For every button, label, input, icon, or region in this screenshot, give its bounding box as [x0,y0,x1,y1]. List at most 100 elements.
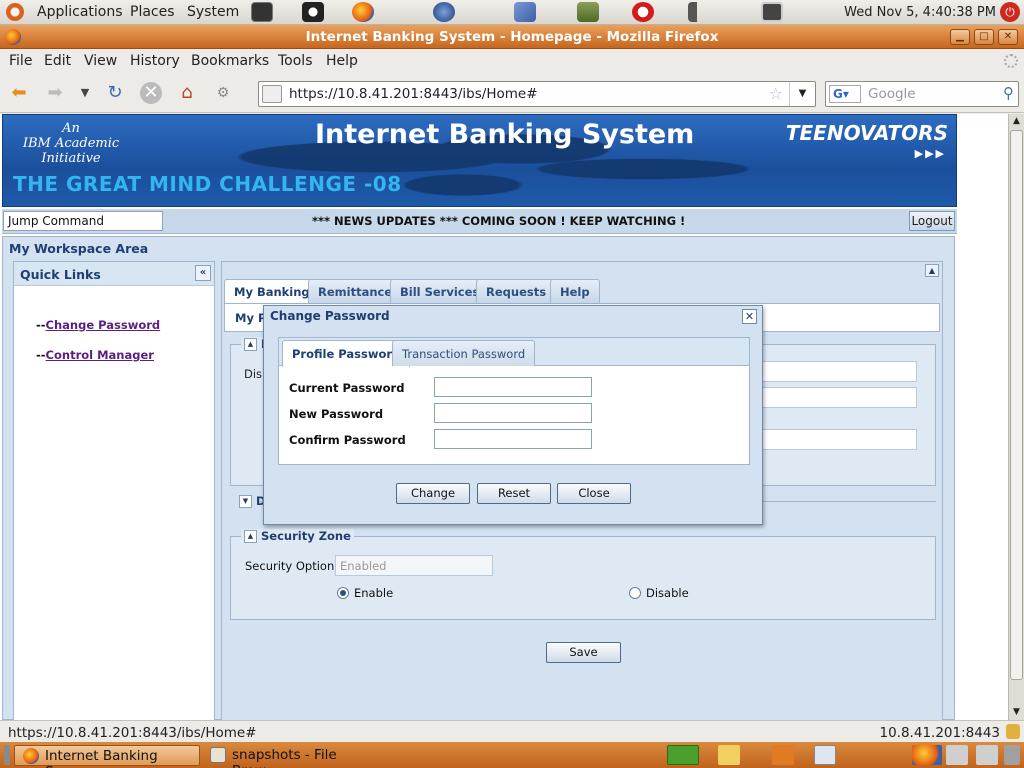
minimize-button[interactable]: ▁ [950,29,970,45]
monitor-icon[interactable] [761,2,783,22]
menu-edit[interactable]: Edit [44,53,71,69]
change-password-link[interactable]: Change Password [46,318,161,332]
alert-icon[interactable] [772,745,794,765]
change-button[interactable]: Change [396,483,470,504]
profile-field-1[interactable] [751,361,917,382]
globe-icon[interactable] [433,2,455,22]
current-password-field[interactable] [434,377,592,397]
reset-button[interactable]: Reset [477,483,551,504]
workspace-switcher[interactable] [667,745,699,765]
extension-icon[interactable]: ⚙ [212,82,234,104]
power-icon[interactable]: ⏻ [1000,2,1020,22]
notes-icon[interactable] [718,745,740,765]
network-tool-icon[interactable] [514,2,536,22]
status-host: 10.8.41.201:8443 [879,725,1001,741]
ubuntu-logo-icon[interactable] [6,3,24,21]
lock-icon[interactable] [1006,724,1020,739]
radio-disable-dot[interactable] [629,587,641,599]
scroll-up-icon[interactable]: ▲ [1009,114,1024,129]
radio-enable-dot[interactable] [337,587,349,599]
home-icon[interactable]: ⌂ [176,82,198,104]
menu-help[interactable]: Help [326,53,358,69]
tab-my-banking[interactable]: My Banking [224,279,320,304]
logout-button[interactable]: Logout [909,211,955,231]
taskbar-item-file-browser[interactable]: snapshots - File Brow... [202,745,392,768]
control-manager-link[interactable]: Control Manager [46,348,154,362]
back-icon[interactable]: ⬅ [8,82,30,104]
dialog-close-icon[interactable]: ✕ [742,309,757,324]
quick-links-title: Quick Links [20,267,101,282]
arrows-graphic: ▶▶▶ [914,147,946,160]
books-icon[interactable] [577,2,599,22]
quick-link-control-manager: --Control Manager [36,348,154,362]
dialog-title: Change Password [270,309,390,323]
tray-firefox-icon[interactable] [912,745,942,765]
system-menu[interactable]: System [187,4,239,20]
terminal-icon[interactable] [251,2,273,22]
profile-field-3[interactable] [751,429,917,450]
volume-icon[interactable] [688,2,710,22]
search-engine-icon[interactable]: G▾ [829,85,861,103]
search-icon[interactable]: ⚲ [1003,84,1014,102]
menu-history[interactable]: History [130,53,180,69]
clock[interactable]: Wed Nov 5, 4:40:38 PM [844,5,996,20]
collapse-up-icon[interactable]: ▲ [925,264,939,277]
url-dropdown-icon[interactable]: ▼ [789,82,815,106]
tab-requests[interactable]: Requests [476,279,557,303]
menu-bookmarks[interactable]: Bookmarks [191,53,269,69]
stop-icon[interactable]: ✕ [140,82,162,104]
bookmark-star-icon[interactable]: ☆ [769,84,783,103]
firefox-launcher-icon[interactable] [352,2,374,22]
menu-view[interactable]: View [84,53,117,69]
top-panel: Applications Places System Wed Nov 5, 4:… [0,0,1024,25]
menu-file[interactable]: File [9,53,32,69]
url-bar[interactable]: https://10.8.41.201:8443/ibs/Home# ☆ ▼ [258,81,816,107]
tab-bill-services[interactable]: Bill Services [390,279,490,303]
profile-field-2[interactable] [751,387,917,408]
places-menu[interactable]: Places [130,4,175,20]
scroll-thumb[interactable] [1010,130,1023,680]
jump-command-input[interactable]: Jump Command [3,211,163,231]
firefox-task-icon [23,748,39,764]
radio-disable[interactable]: Disable [629,586,689,600]
tab-help[interactable]: Help [550,279,600,303]
trash-icon[interactable] [1004,745,1020,765]
reload-icon[interactable]: ↻ [104,82,126,104]
tray-window-icon[interactable] [946,745,968,765]
radio-enable[interactable]: Enable [337,586,393,600]
window-close-button[interactable]: ✕ [998,29,1018,45]
search-input[interactable]: Google [868,86,916,102]
dialog-panel: Profile Password Transaction Password Cu… [278,337,750,465]
save-button[interactable]: Save [546,642,621,663]
new-password-field[interactable] [434,403,592,423]
news-ticker: *** NEWS UPDATES *** COMING SOON ! KEEP … [312,214,686,228]
window-title: Internet Banking System - Homepage - Moz… [305,29,719,45]
site-title: Internet Banking System [315,119,695,150]
collapse-section-icon[interactable]: ▲ [244,338,257,351]
applications-menu[interactable]: Applications [37,4,123,20]
menu-tools[interactable]: Tools [278,53,313,69]
teenovators-logo: TEENOVATORS [785,121,948,145]
scroll-down-icon[interactable]: ▼ [1009,705,1024,720]
close-button[interactable]: Close [557,483,631,504]
nav-toolbar: ⬅ ➡ ▼ ↻ ✕ ⌂ ⚙ https://10.8.41.201:8443/i… [0,73,1024,113]
search-bar[interactable]: G▾ Google ⚲ [825,81,1019,107]
confirm-password-field[interactable] [434,429,592,449]
tab-remittance[interactable]: Remittance [308,279,403,303]
tray-window-icon-2[interactable] [976,745,998,765]
penguin-icon[interactable] [302,2,324,22]
url-text[interactable]: https://10.8.41.201:8443/ibs/Home# [289,86,538,102]
page-scrollbar[interactable]: ▲ ▼ [1008,114,1024,720]
expand-section-icon[interactable]: ▼ [239,495,252,508]
news-bar: Jump Command *** NEWS UPDATES *** COMING… [2,209,957,234]
forward-icon[interactable]: ➡ [44,82,66,104]
opera-icon[interactable] [632,2,654,22]
taskbar-item-firefox[interactable]: Internet Banking Sys... [14,745,200,768]
history-dropdown-icon[interactable]: ▼ [74,82,96,104]
collapse-left-icon[interactable]: « [195,265,211,281]
tab-transaction-password[interactable]: Transaction Password [392,340,536,366]
maximize-button[interactable]: □ [974,29,994,45]
edit-icon[interactable] [814,745,836,765]
collapse-security-icon[interactable]: ▲ [244,530,257,543]
site-identity-icon[interactable] [262,85,282,103]
